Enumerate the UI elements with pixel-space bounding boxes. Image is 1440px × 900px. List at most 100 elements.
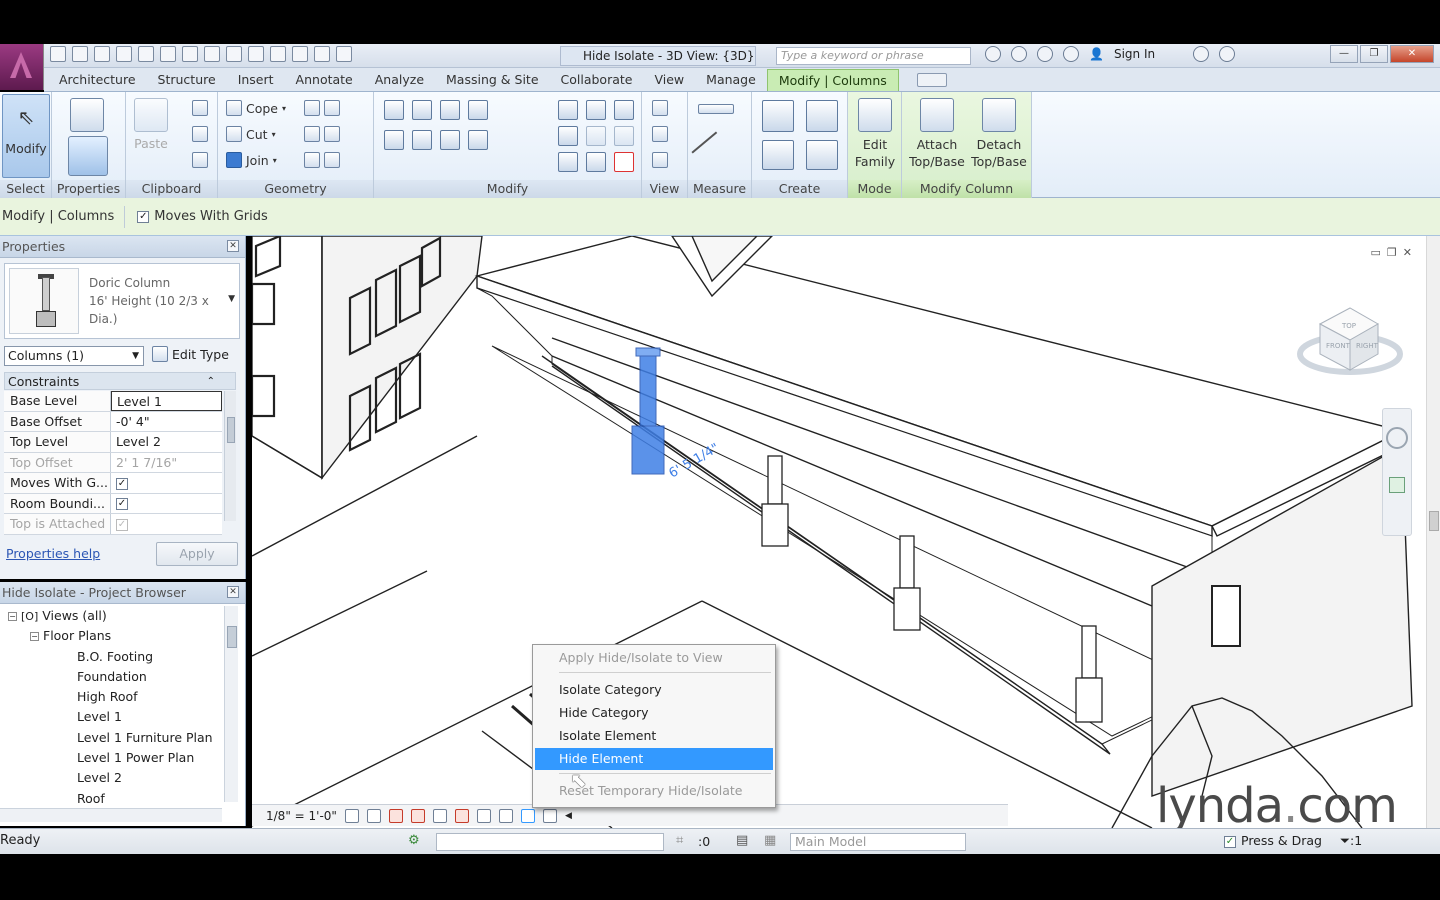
close-hidden-icon[interactable] <box>314 46 330 62</box>
constraints-group-header[interactable]: Constraints ⌃ <box>4 372 236 390</box>
apply-button[interactable]: Apply <box>156 542 238 566</box>
tab-insert[interactable]: Insert <box>227 69 285 91</box>
menu-item-isolate-element[interactable]: Isolate Element <box>559 725 656 747</box>
property-value[interactable]: ✓ <box>111 493 222 513</box>
aligned-dimension-icon[interactable] <box>182 46 198 62</box>
scroll-thumb[interactable] <box>227 417 235 443</box>
tree-item-view[interactable]: High Roof <box>0 687 224 707</box>
collapse-toggle-icon[interactable]: − <box>8 612 17 621</box>
checkbox-checked-icon[interactable]: ✓ <box>116 477 128 490</box>
split-gap-icon[interactable] <box>586 100 606 120</box>
offset-icon[interactable] <box>412 100 432 120</box>
hide-in-view-button[interactable] <box>652 100 668 116</box>
navigation-bar[interactable] <box>1382 408 1412 536</box>
panel-label-select[interactable]: Select <box>0 180 51 198</box>
design-option-dropdown[interactable]: Main Model <box>790 833 966 851</box>
chevron-down-icon[interactable]: ▼ <box>228 294 235 304</box>
viewcube[interactable]: FRONT RIGHT TOP <box>1297 307 1403 375</box>
worksets-icon[interactable]: ⚙ <box>408 833 420 848</box>
cope-button[interactable]: Cope ▾ <box>226 100 286 116</box>
cut-button[interactable] <box>192 100 208 116</box>
property-row[interactable]: Top Level Level 2 <box>4 432 222 453</box>
tree-item-view[interactable]: B.O. Footing <box>0 647 224 667</box>
subscription-icon[interactable] <box>1011 46 1027 62</box>
ribbon-minimize-toggle[interactable] <box>916 73 947 87</box>
align-icon[interactable] <box>384 100 404 120</box>
attach-top-base-button[interactable]: Attach Top/Base <box>906 98 968 170</box>
mirror-axis-icon[interactable] <box>440 100 460 120</box>
property-value[interactable]: ✓ <box>111 473 222 493</box>
create-group-icon[interactable] <box>762 140 794 170</box>
mirror-draw-icon[interactable] <box>468 100 488 120</box>
sign-in-button[interactable]: Sign In <box>1114 47 1155 61</box>
copy-button[interactable] <box>192 126 208 142</box>
minimize-button[interactable]: — <box>1330 45 1358 63</box>
reveal-hidden-icon[interactable] <box>542 808 557 823</box>
shadows-icon[interactable] <box>410 808 425 823</box>
redo-icon[interactable] <box>138 46 154 62</box>
press-drag-checkbox[interactable]: ✓ Press & Drag <box>1224 833 1322 848</box>
tree-item-view[interactable]: Roof <box>0 789 224 809</box>
viewport-scrollbar[interactable] <box>1426 236 1440 828</box>
cut-geometry-button[interactable]: Cut ▾ <box>226 126 276 142</box>
trim-multiple-icon[interactable] <box>558 152 578 172</box>
close-palette-icon[interactable]: ✕ <box>227 586 239 598</box>
tab-massing-site[interactable]: Massing & Site <box>435 69 550 91</box>
lock-3d-view-icon[interactable] <box>498 808 513 823</box>
paste-button[interactable]: Paste <box>134 98 168 151</box>
trim-single-icon[interactable] <box>586 152 606 172</box>
tab-analyze[interactable]: Analyze <box>364 69 435 91</box>
tree-item-views[interactable]: − [O] Views (all) <box>0 606 224 626</box>
tab-annotate[interactable]: Annotate <box>285 69 364 91</box>
property-value[interactable]: Level 1 <box>111 391 222 411</box>
tree-item-floor-plans[interactable]: − Floor Plans <box>0 626 224 646</box>
workset-dropdown[interactable] <box>436 833 664 851</box>
linework-button[interactable] <box>652 152 668 168</box>
tree-item-view[interactable]: Level 1 Power Plan <box>0 748 224 768</box>
properties-scrollbar[interactable] <box>224 391 236 521</box>
create-assembly-icon[interactable] <box>806 100 838 132</box>
properties-button[interactable] <box>68 136 108 180</box>
create-similar-icon[interactable] <box>806 140 838 170</box>
chevron-left-icon[interactable]: ◀ <box>565 811 572 821</box>
thin-lines-icon[interactable] <box>292 46 308 62</box>
tab-collaborate[interactable]: Collaborate <box>550 69 644 91</box>
split-icon[interactable] <box>558 100 578 120</box>
menu-item-hide-element[interactable]: Hide Element <box>535 748 773 770</box>
unpin-icon[interactable] <box>614 100 634 120</box>
undo-icon[interactable] <box>116 46 132 62</box>
delete-icon[interactable] <box>614 152 634 172</box>
scale-icon[interactable] <box>586 126 606 146</box>
tab-architecture[interactable]: Architecture <box>48 69 147 91</box>
design-options-icon[interactable]: ▤ <box>736 833 748 848</box>
moves-with-grids-checkbox[interactable]: ✓ Moves With Grids <box>137 209 268 224</box>
application-menu-button[interactable] <box>0 44 44 90</box>
edit-family-button[interactable]: Edit Family <box>854 98 896 170</box>
match-properties-button[interactable] <box>192 152 208 168</box>
instance-filter-dropdown[interactable]: Columns (1) ▼ <box>4 346 144 366</box>
show-crop-region-icon[interactable] <box>476 808 491 823</box>
create-part-icon[interactable] <box>762 100 794 132</box>
menu-item-hide-category[interactable]: Hide Category <box>559 702 649 724</box>
3d-view-icon[interactable] <box>248 46 264 62</box>
array-icon[interactable] <box>558 126 578 146</box>
section-icon[interactable] <box>270 46 286 62</box>
binoculars-icon[interactable] <box>985 46 1001 62</box>
zoom-icon[interactable] <box>1389 477 1405 493</box>
tag-icon[interactable] <box>204 46 220 62</box>
property-row[interactable]: Base Level Level 1 <box>4 391 222 412</box>
open-icon[interactable] <box>50 46 66 62</box>
tab-modify-columns[interactable]: Modify | Columns <box>766 69 899 91</box>
tree-item-view[interactable]: Level 1 Furniture Plan <box>0 728 224 748</box>
edit-type-button[interactable]: Edit Type <box>152 346 229 362</box>
3d-viewport[interactable]: 6' 5 1/4" FRONT RIGHT TOP ▭ ❐ ✕ <box>252 236 1440 828</box>
property-row[interactable]: Moves With G... ✓ <box>4 473 222 494</box>
exchange-icon[interactable] <box>1193 46 1210 62</box>
dimension-button[interactable] <box>691 131 737 177</box>
geometry-tool-3[interactable] <box>304 152 340 168</box>
browser-horizontal-scrollbar[interactable] <box>0 808 222 822</box>
temporary-hide-isolate-icon[interactable] <box>520 808 535 823</box>
collapse-toggle-icon[interactable]: − <box>30 632 39 642</box>
tab-manage[interactable]: Manage <box>695 69 767 91</box>
menu-item-isolate-category[interactable]: Isolate Category <box>559 679 662 701</box>
